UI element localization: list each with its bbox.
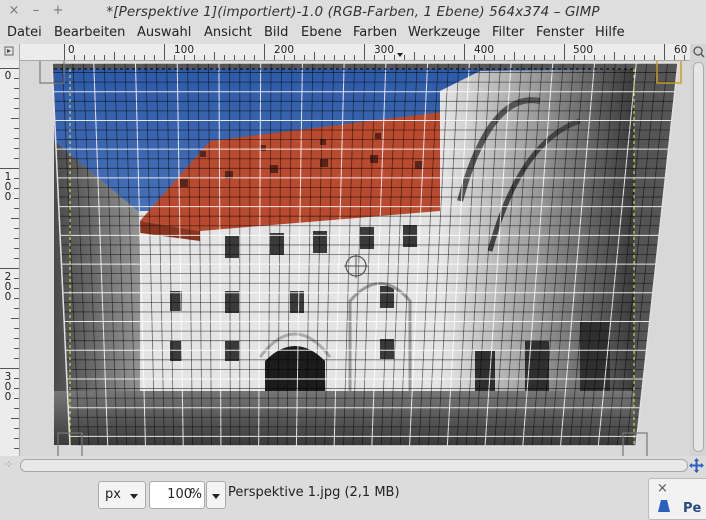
zoom-fit-icon[interactable] [693,46,705,62]
menu-ansicht[interactable]: Ansicht [204,25,252,40]
menu-fenster[interactable]: Fenster [536,25,584,40]
ruler-label: 60 [674,44,688,56]
image-canvas[interactable] [20,61,690,456]
grip-icon: ⁘ [4,458,14,471]
vertical-ruler[interactable]: 0 100 200 300 [0,60,20,456]
dropdown-arrow-icon [211,489,221,504]
title-bar: × – + *[Perspektive 1](importiert)-1.0 (… [0,0,706,24]
menu-datei[interactable]: Datei [7,25,42,40]
ruler-label: 100 [174,44,195,56]
menu-ebene[interactable]: Ebene [301,25,342,40]
status-file-info: Perspektive 1.jpg (2,1 MB) [228,485,400,500]
menu-farben[interactable]: Farben [353,25,397,40]
ruler-label: 0 [68,44,75,56]
menu-filter[interactable]: Filter [492,25,524,40]
panel-icon [657,499,671,517]
zoom-dropdown-button[interactable] [206,481,226,509]
menu-bar: Datei Bearbeiten Auswahl Ansicht Bild Eb… [0,24,706,44]
unit-value: px [105,487,121,502]
menu-bild[interactable]: Bild [264,25,288,40]
zoom-unit: % [189,487,202,502]
ruler-label: 300 [4,371,12,403]
perspective-grid [51,62,679,447]
ruler-label: 200 [4,271,12,303]
quickmask-icon[interactable] [0,44,20,61]
menu-auswahl[interactable]: Auswahl [137,25,191,40]
ruler-label: 200 [274,44,295,56]
close-icon[interactable]: × [657,481,668,496]
menu-bearbeiten[interactable]: Bearbeiten [54,25,125,40]
ruler-label: 300 [374,44,395,56]
menu-hilfe[interactable]: Hilfe [595,25,625,40]
ruler-label: 400 [474,44,495,56]
ruler-label: 0 [4,70,12,82]
dropdown-arrow-icon [129,489,139,504]
vertical-scrollbar[interactable] [690,44,706,456]
zoom-input[interactable]: 100 % [149,481,205,509]
status-bar: px 100 % Perspektive 1.jpg (2,1 MB) [0,474,706,514]
horizontal-ruler[interactable]: 0 100 200 300 400 500 60 [20,44,690,61]
ruler-label: 100 [4,171,12,203]
unit-select[interactable]: px [98,481,146,509]
window-title: *[Perspektive 1](importiert)-1.0 (RGB-Fa… [106,4,600,20]
vertical-scrollbar-track[interactable] [693,62,704,452]
zoom-value: 100 [167,487,192,502]
ruler-label: 500 [573,44,594,56]
horizontal-scrollbar[interactable] [20,459,688,472]
menu-werkzeuge[interactable]: Werkzeuge [408,25,480,40]
